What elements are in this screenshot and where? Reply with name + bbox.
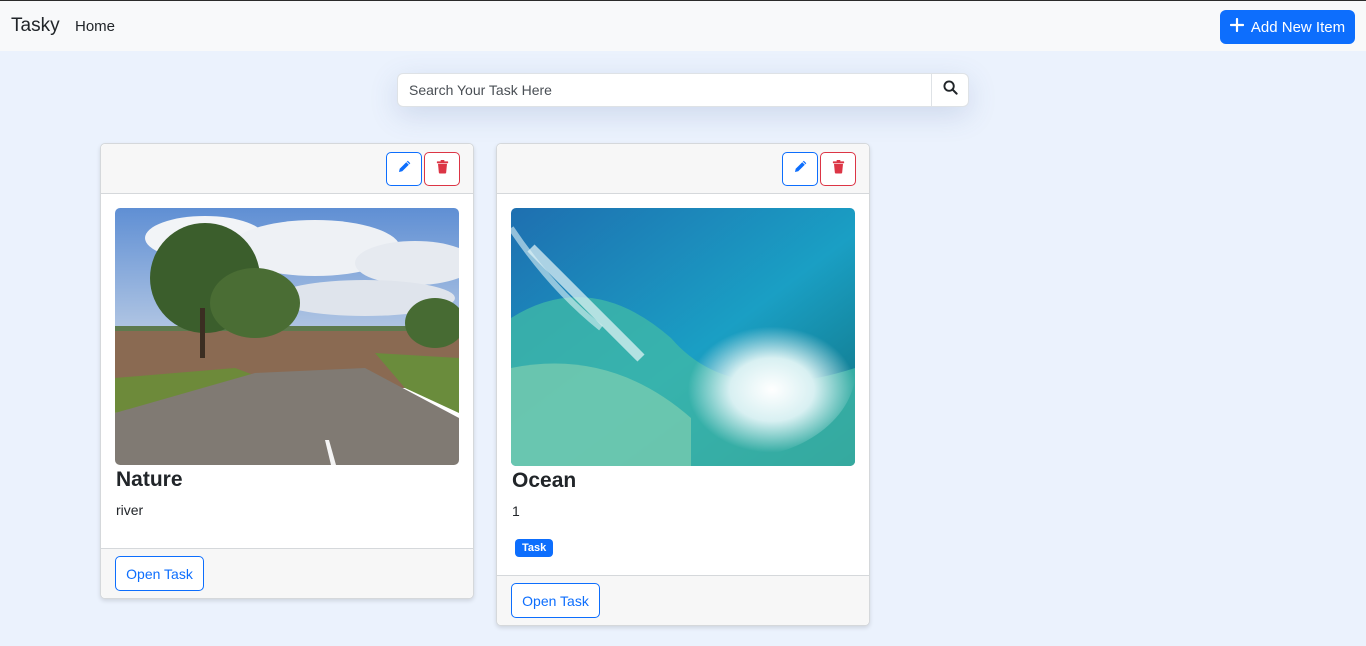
brand-link[interactable]: Tasky — [11, 15, 60, 37]
task-card-ocean: Ocean 1 Task Open Task — [496, 143, 870, 626]
add-new-item-button[interactable]: Add New Item — [1220, 10, 1355, 44]
edit-button[interactable] — [782, 152, 818, 186]
task-card-nature: Nature river Open Task — [100, 143, 474, 599]
card-title: Nature — [116, 468, 183, 491]
search-icon — [942, 80, 958, 100]
edit-button[interactable] — [386, 152, 422, 186]
search-bar — [397, 73, 969, 107]
delete-button[interactable] — [424, 152, 460, 186]
delete-button[interactable] — [820, 152, 856, 186]
plus-icon — [1229, 17, 1244, 36]
search-button[interactable] — [931, 74, 968, 106]
pencil-icon — [397, 159, 412, 179]
card-header — [497, 144, 869, 194]
add-new-item-label: Add New Item — [1250, 18, 1346, 36]
open-task-button[interactable]: Open Task — [115, 556, 204, 591]
nav-home-link[interactable]: Home — [75, 18, 115, 35]
pencil-icon — [793, 159, 808, 179]
card-image-nature — [115, 208, 459, 465]
task-badge: Task — [515, 539, 554, 557]
trash-icon — [435, 159, 450, 179]
card-description: river — [116, 502, 144, 518]
open-task-button[interactable]: Open Task — [511, 583, 600, 618]
card-image-ocean — [511, 208, 855, 466]
search-input[interactable] — [398, 74, 931, 106]
trash-icon — [831, 159, 846, 179]
card-title: Ocean — [512, 469, 577, 492]
card-header — [101, 144, 473, 194]
card-description: 1 — [512, 503, 520, 519]
card-footer: Open Task — [497, 575, 869, 625]
navbar: Tasky Home Add New Item — [0, 0, 1366, 51]
card-footer: Open Task — [101, 548, 473, 598]
